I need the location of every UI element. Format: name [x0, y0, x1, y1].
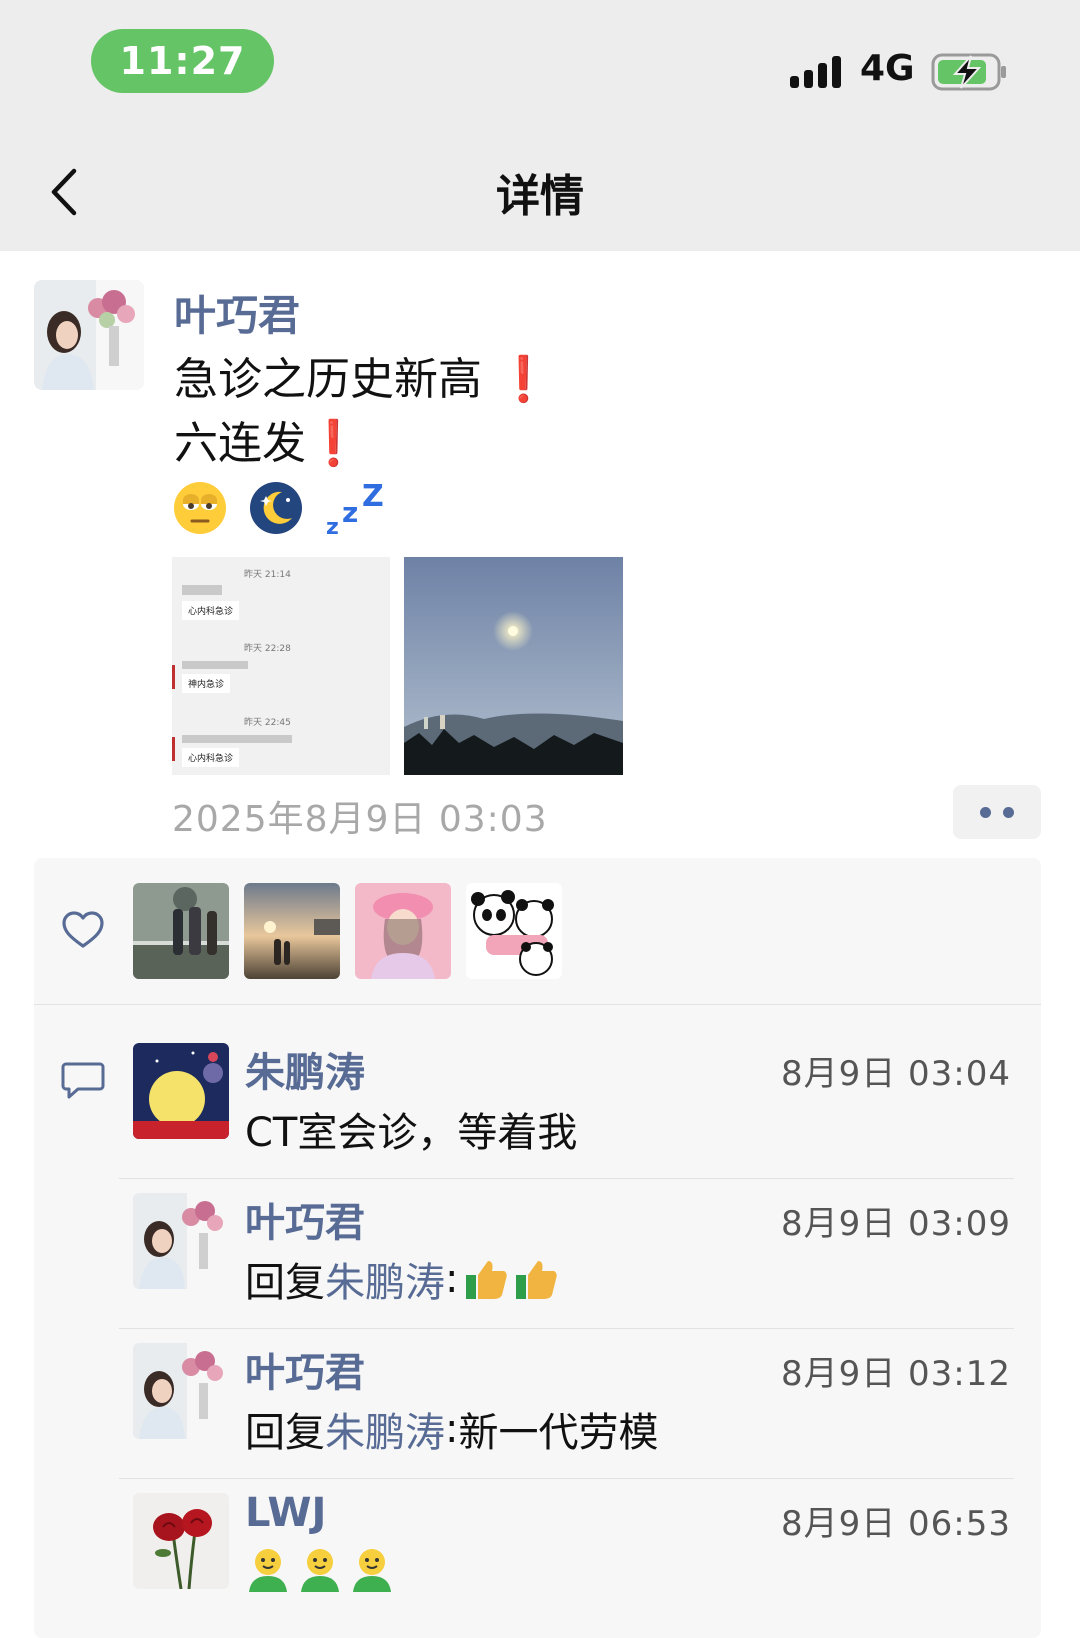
- page-title: 详情: [496, 171, 584, 222]
- like-avatar-2[interactable]: [244, 883, 340, 979]
- dot-icon: [1003, 806, 1014, 818]
- commenter-avatar-1[interactable]: [133, 1043, 229, 1139]
- network-label: 4G: [860, 48, 915, 89]
- exclamation-icon: ❗: [496, 354, 551, 405]
- comment-time: 8月9日 03:09: [780, 1204, 1011, 1244]
- smiling-person-icon: [353, 1549, 391, 1592]
- comment-time: 8月9日 03:12: [780, 1354, 1011, 1394]
- divider: [119, 1178, 1014, 1179]
- reply-target[interactable]: 朱鹏涛: [325, 1400, 445, 1458]
- battery-charging-icon: [931, 53, 1006, 91]
- divider: [119, 1478, 1014, 1479]
- post-image-night-moon[interactable]: [404, 557, 623, 775]
- commenter-avatar-4[interactable]: [133, 1493, 229, 1589]
- smiling-person-icon: [249, 1549, 287, 1592]
- rolling-eyes-emoji-icon: [174, 482, 226, 534]
- commenter-name[interactable]: 叶巧君: [245, 1190, 365, 1248]
- comment-time: 8月9日 06:53: [780, 1504, 1011, 1544]
- post-author-name[interactable]: 叶巧君: [174, 282, 300, 343]
- commenter-avatar-2[interactable]: [133, 1193, 229, 1289]
- thumbs-up-icon: [516, 1261, 558, 1299]
- author-avatar[interactable]: [34, 280, 144, 390]
- commenter-name[interactable]: LWJ: [245, 1490, 326, 1536]
- emoji-row: z z Z: [172, 476, 388, 540]
- like-avatar-1[interactable]: [133, 883, 229, 979]
- comment-text: 回复 朱鹏涛 : 新一代劳模: [245, 1400, 658, 1458]
- thumbs-up-icon: [466, 1261, 508, 1299]
- top-bar: 11:27 4G 详情: [0, 0, 1080, 251]
- like-avatar-4[interactable]: [466, 883, 562, 979]
- commenter-name[interactable]: 叶巧君: [245, 1340, 365, 1398]
- commenter-avatar-3[interactable]: [133, 1343, 229, 1439]
- comment-time: 8月9日 03:04: [780, 1054, 1011, 1094]
- divider: [119, 1328, 1014, 1329]
- status-time: 11:27: [91, 29, 274, 93]
- likes-comments-panel: 朱鹏涛 8月9日 03:04 CT室会诊，等着我 叶巧君 8月9日 03:09 …: [34, 858, 1041, 1638]
- like-avatar-3[interactable]: [355, 883, 451, 979]
- heart-icon: [62, 911, 104, 948]
- svg-text:Z: Z: [362, 479, 384, 514]
- smiling-person-icon: [301, 1549, 339, 1592]
- signal-icon: [790, 56, 841, 88]
- dot-icon: [980, 806, 991, 818]
- moon-stars-icon: [250, 482, 302, 534]
- reply-target[interactable]: 朱鹏涛: [325, 1250, 445, 1308]
- exclamation-icon: ❗: [306, 418, 361, 469]
- more-options-button[interactable]: [953, 785, 1041, 839]
- post-line-2: 六连发❗: [174, 418, 361, 469]
- divider: [34, 1004, 1041, 1005]
- post-content: 急诊之历史新高 ❗ 六连发❗: [174, 348, 551, 476]
- svg-text:z: z: [326, 515, 339, 538]
- comment-text: 回复 朱鹏涛 :: [245, 1250, 560, 1308]
- sleeping-zzz-icon: z z Z: [326, 479, 384, 538]
- comment-text: [245, 1546, 395, 1594]
- post-line-1: 急诊之历史新高 ❗: [174, 354, 551, 405]
- post-image-chat-screenshot[interactable]: 昨天 21:14 心内科急诊 昨天 22:28 神内急诊 昨天 22:45 心内…: [172, 557, 390, 775]
- comment-text: CT室会诊，等着我: [245, 1110, 578, 1156]
- post-timestamp: 2025年8月9日 03:03: [172, 799, 548, 840]
- comment-icon: [61, 1062, 105, 1099]
- svg-text:z: z: [342, 496, 358, 529]
- commenter-name[interactable]: 朱鹏涛: [245, 1040, 365, 1098]
